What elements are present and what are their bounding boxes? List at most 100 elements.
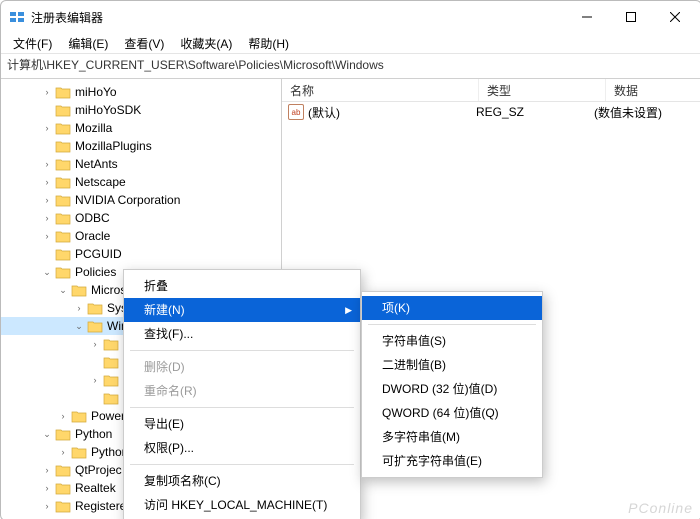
menu-view[interactable]: 查看(V) bbox=[116, 33, 172, 54]
folder-icon bbox=[55, 229, 71, 243]
chevron-right-icon[interactable]: › bbox=[41, 213, 53, 223]
ctx-goto-hklm[interactable]: 访问 HKEY_LOCAL_MACHINE(T) bbox=[124, 493, 360, 517]
menu-edit[interactable]: 编辑(E) bbox=[60, 33, 116, 54]
tree-item[interactable]: › Oracle bbox=[1, 227, 281, 245]
tree-item-label: QtProjec bbox=[75, 463, 122, 477]
tree-item-label: Python bbox=[75, 427, 112, 441]
chevron-right-icon[interactable]: › bbox=[57, 447, 69, 457]
tree-item[interactable]: › ODBC bbox=[1, 209, 281, 227]
context-separator bbox=[368, 324, 536, 325]
ctx-new-dword[interactable]: DWORD (32 位)值(D) bbox=[362, 377, 542, 401]
tree-item[interactable]: MozillaPlugins bbox=[1, 137, 281, 155]
ctx-permissions[interactable]: 权限(P)... bbox=[124, 436, 360, 460]
chevron-down-icon[interactable]: ⌄ bbox=[73, 321, 85, 332]
ctx-new-key[interactable]: 项(K) bbox=[362, 296, 542, 320]
app-icon bbox=[9, 9, 25, 25]
value-type: REG_SZ bbox=[468, 105, 586, 119]
list-columns: 名称 类型 数据 bbox=[282, 79, 700, 102]
chevron-down-icon[interactable]: ⌄ bbox=[57, 285, 69, 296]
ctx-find[interactable]: 查找(F)... bbox=[124, 322, 360, 346]
chevron-right-icon[interactable]: › bbox=[41, 123, 53, 133]
folder-icon bbox=[55, 481, 71, 495]
maximize-button[interactable] bbox=[609, 2, 653, 32]
folder-icon bbox=[55, 427, 71, 441]
tree-item-label: miHoYo bbox=[75, 85, 117, 99]
menu-favorites[interactable]: 收藏夹(A) bbox=[172, 33, 240, 54]
minimize-button[interactable] bbox=[565, 2, 609, 32]
tree-item[interactable]: ›NetAnts bbox=[1, 155, 281, 173]
folder-icon bbox=[103, 337, 119, 351]
value-data: (数值未设置) bbox=[586, 104, 700, 121]
tree-item[interactable]: › Netscape bbox=[1, 173, 281, 191]
folder-icon bbox=[55, 193, 71, 207]
folder-icon bbox=[55, 247, 71, 261]
chevron-down-icon[interactable]: ⌄ bbox=[41, 267, 53, 278]
context-separator bbox=[130, 407, 354, 408]
ctx-export[interactable]: 导出(E) bbox=[124, 412, 360, 436]
ctx-new-expandstring[interactable]: 可扩充字符串值(E) bbox=[362, 449, 542, 473]
ctx-new[interactable]: 新建(N)▶ bbox=[124, 298, 360, 322]
column-name[interactable]: 名称 bbox=[282, 79, 479, 101]
close-button[interactable] bbox=[653, 2, 697, 32]
folder-icon bbox=[55, 85, 71, 99]
ctx-new-multistring[interactable]: 多字符串值(M) bbox=[362, 425, 542, 449]
chevron-right-icon[interactable]: › bbox=[57, 411, 69, 421]
tree-item-label: Realtek bbox=[75, 481, 116, 495]
folder-icon bbox=[55, 265, 71, 279]
menu-file[interactable]: 文件(F) bbox=[5, 33, 60, 54]
tree-item[interactable]: PCGUID bbox=[1, 245, 281, 263]
chevron-right-icon[interactable]: › bbox=[89, 375, 101, 385]
menu-help[interactable]: 帮助(H) bbox=[240, 33, 297, 54]
ctx-copy-key-name[interactable]: 复制项名称(C) bbox=[124, 469, 360, 493]
context-menu: 折叠 新建(N)▶ 查找(F)... 删除(D) 重命名(R) 导出(E) 权限… bbox=[123, 269, 361, 519]
folder-icon bbox=[71, 445, 87, 459]
tree-item-label: Netscape bbox=[75, 175, 126, 189]
folder-icon bbox=[87, 319, 103, 333]
value-name: (默认) bbox=[308, 104, 340, 121]
folder-icon bbox=[55, 121, 71, 135]
menubar: 文件(F) 编辑(E) 查看(V) 收藏夹(A) 帮助(H) bbox=[1, 33, 700, 54]
column-data[interactable]: 数据 bbox=[606, 79, 700, 101]
ctx-new-binary[interactable]: 二进制值(B) bbox=[362, 353, 542, 377]
tree-item[interactable]: ›Mozilla bbox=[1, 119, 281, 137]
context-submenu-new: 项(K) 字符串值(S) 二进制值(B) DWORD (32 位)值(D) QW… bbox=[361, 291, 543, 478]
chevron-right-icon[interactable]: › bbox=[89, 339, 101, 349]
chevron-right-icon[interactable]: › bbox=[41, 87, 53, 97]
context-separator bbox=[130, 464, 354, 465]
ctx-new-string[interactable]: 字符串值(S) bbox=[362, 329, 542, 353]
chevron-right-icon[interactable]: › bbox=[73, 303, 85, 313]
folder-icon bbox=[71, 283, 87, 297]
ctx-new-label: 新建(N) bbox=[144, 303, 185, 317]
chevron-right-icon[interactable]: › bbox=[41, 195, 53, 205]
list-row[interactable]: ab(默认) REG_SZ(数值未设置) bbox=[282, 102, 700, 122]
tree-item-label: miHoYoSDK bbox=[75, 103, 141, 117]
folder-icon bbox=[55, 103, 71, 117]
tree-item-label: Oracle bbox=[75, 229, 110, 243]
column-type[interactable]: 类型 bbox=[479, 79, 606, 101]
chevron-right-icon[interactable]: › bbox=[41, 159, 53, 169]
folder-icon bbox=[103, 391, 119, 405]
tree-item[interactable]: miHoYoSDK bbox=[1, 101, 281, 119]
folder-icon bbox=[103, 355, 119, 369]
chevron-right-icon[interactable]: › bbox=[41, 177, 53, 187]
address-bar[interactable]: 计算机\HKEY_CURRENT_USER\Software\Policies\… bbox=[1, 54, 700, 79]
ctx-rename[interactable]: 重命名(R) bbox=[124, 379, 360, 403]
tree-item-label: ODBC bbox=[75, 211, 110, 225]
chevron-right-icon[interactable]: › bbox=[41, 501, 53, 511]
chevron-right-icon[interactable]: › bbox=[41, 483, 53, 493]
tree-item[interactable]: › miHoYo bbox=[1, 83, 281, 101]
tree-item[interactable]: ›NVIDIA Corporation bbox=[1, 191, 281, 209]
ctx-new-qword[interactable]: QWORD (64 位)值(Q) bbox=[362, 401, 542, 425]
titlebar: 注册表编辑器 bbox=[1, 1, 700, 33]
chevron-down-icon[interactable]: ⌄ bbox=[41, 429, 53, 440]
context-separator bbox=[130, 350, 354, 351]
chevron-right-icon[interactable]: › bbox=[41, 231, 53, 241]
folder-icon bbox=[55, 157, 71, 171]
chevron-right-icon[interactable]: › bbox=[41, 465, 53, 475]
ctx-collapse[interactable]: 折叠 bbox=[124, 274, 360, 298]
folder-icon bbox=[103, 373, 119, 387]
ctx-delete[interactable]: 删除(D) bbox=[124, 355, 360, 379]
folder-icon bbox=[55, 499, 71, 513]
string-value-icon: ab bbox=[288, 104, 304, 120]
folder-icon bbox=[55, 211, 71, 225]
